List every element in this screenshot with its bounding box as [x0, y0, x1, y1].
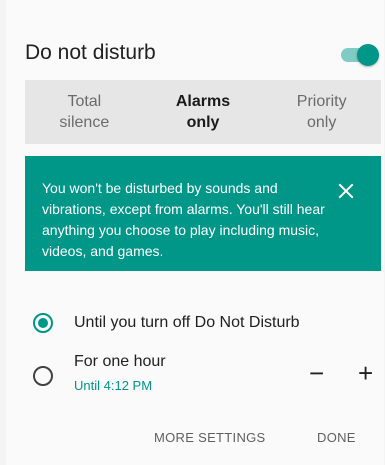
more-settings-button[interactable]: MORE SETTINGS	[154, 430, 266, 445]
dialog-header: Do not disturb	[25, 38, 379, 68]
info-banner: You won't be disturbed by sounds and vib…	[25, 156, 381, 271]
mode-label-line2: only	[307, 114, 337, 131]
dialog-title: Do not disturb	[25, 41, 156, 64]
option-label: Until you turn off Do Not Disturb	[74, 314, 300, 331]
mode-label-line1: Alarms	[175, 93, 231, 110]
dnd-toggle[interactable]	[339, 44, 379, 66]
info-message: You won't be disturbed by sounds and vib…	[42, 180, 325, 259]
dialog-actions: MORE SETTINGS DONE	[6, 430, 384, 450]
radio-until-turn-off[interactable]	[33, 313, 53, 333]
option-sublabel: Until 4:12 PM	[74, 378, 153, 393]
mode-label-line1: Priority	[296, 93, 347, 110]
mode-label-line2: silence	[59, 114, 110, 131]
option-label: For one hour	[74, 353, 166, 370]
toggle-thumb	[357, 44, 379, 66]
option-for-one-hour[interactable]: For one hour Until 4:12 PM − +	[25, 350, 381, 400]
option-until-turn-off[interactable]: Until you turn off Do Not Disturb	[25, 308, 381, 338]
mode-priority-only[interactable]: Priority only	[262, 80, 381, 144]
mode-selector: Total silence Alarms only Priority only	[25, 80, 381, 144]
mode-total-silence[interactable]: Total silence	[25, 80, 144, 144]
mode-alarms-only[interactable]: Alarms only	[144, 80, 263, 144]
do-not-disturb-dialog: Do not disturb Total silence Alarms only…	[6, 0, 384, 465]
radio-for-one-hour[interactable]	[33, 366, 53, 386]
close-icon[interactable]	[335, 180, 357, 202]
mode-label-line1: Total	[67, 93, 102, 110]
mode-label-line2: only	[186, 114, 220, 131]
increase-duration-button[interactable]: +	[358, 360, 373, 386]
decrease-duration-button[interactable]: −	[309, 360, 324, 386]
done-button[interactable]: DONE	[317, 430, 356, 445]
